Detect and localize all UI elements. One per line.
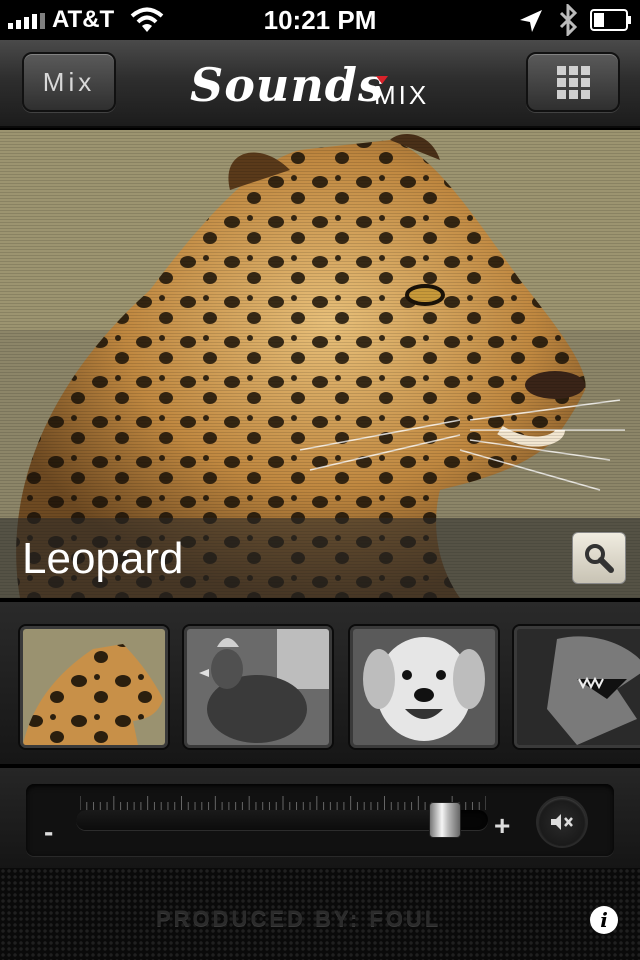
thumbnail-rooster[interactable] [184,626,332,748]
volume-plus-label: + [494,810,511,841]
app-logo: Sounds MIX [190,58,450,118]
grid-menu-button[interactable] [526,52,620,112]
animal-title: Leopard [22,534,184,583]
animal-thumbnail-strip [0,600,640,766]
thumbnail-dog[interactable] [350,626,498,748]
battery-icon [590,9,631,31]
volume-slider-handle[interactable] [429,802,462,838]
search-button[interactable] [572,532,626,584]
grid-icon [556,65,590,99]
mix-button[interactable]: Mix [22,52,116,112]
mute-button[interactable] [538,798,586,846]
thumbnail-leopard[interactable] [20,626,168,748]
thumbnail-dinosaur[interactable] [514,626,640,748]
volume-slider-fill [76,810,446,830]
logo-sub-text: MIX [374,80,430,110]
volume-minus-label: - [44,816,54,847]
info-button[interactable]: i [590,906,618,934]
logo-main-text: Sounds [190,58,385,112]
volume-scale-ticks [80,796,486,810]
navigation-bar: Mix Sounds MIX [0,40,640,128]
location-arrow-icon [520,10,542,32]
search-icon [585,544,614,573]
mute-icon [551,814,573,830]
clock: 10:21 PM [263,5,377,35]
produced-by-label: PRODUCED BY: FOUL [156,906,442,931]
bluetooth-icon [559,4,578,36]
status-bar: AT&T 10:21 PM [0,0,640,40]
volume-slider-track[interactable] [76,810,488,830]
